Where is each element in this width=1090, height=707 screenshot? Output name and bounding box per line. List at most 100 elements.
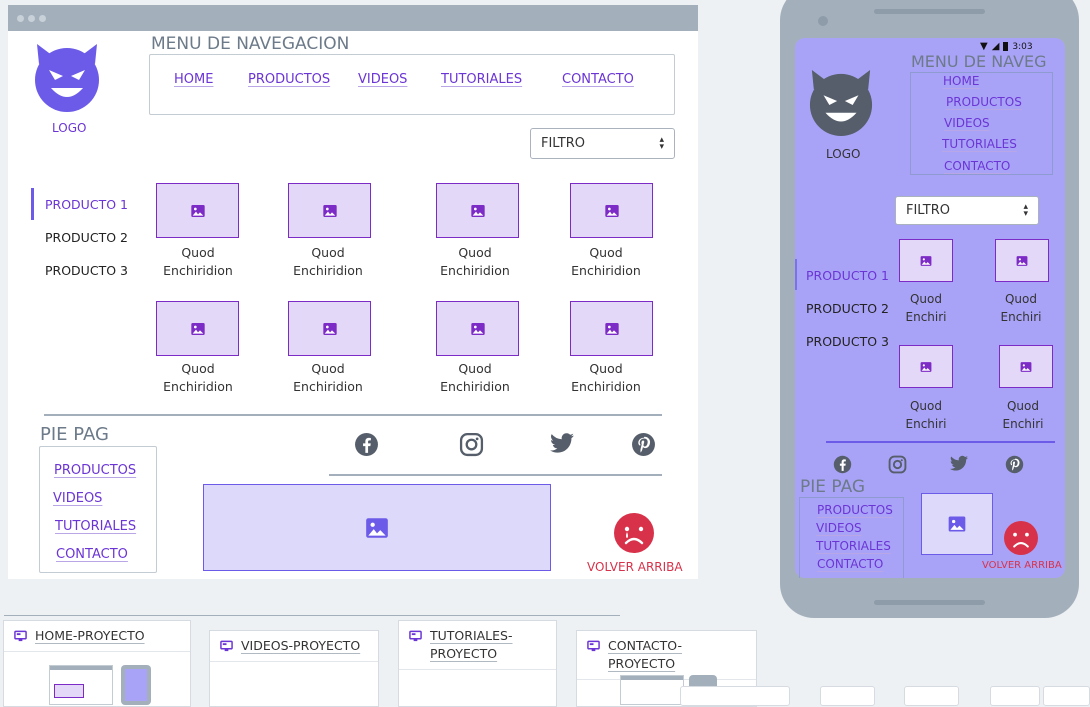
sidebar-item-producto-3[interactable]: PRODUCTO 3 xyxy=(45,263,128,278)
signal-icon: ◢ xyxy=(991,41,1000,52)
product-card-image[interactable] xyxy=(570,183,653,238)
product-caption-line2: Enchiridion xyxy=(163,379,233,394)
product-card-image[interactable] xyxy=(570,301,653,356)
image-placeholder-icon xyxy=(1020,361,1032,372)
footer-title: PIE PAG xyxy=(40,424,109,445)
footer-tutoriales-link[interactable]: TUTORIALES xyxy=(55,519,136,534)
page-thumbnail[interactable] xyxy=(904,686,959,706)
mobile-nav-videos-link[interactable]: VIDEOS xyxy=(944,116,990,130)
mobile-nav-home-link[interactable]: HOME xyxy=(943,74,979,88)
mobile-nav-tutoriales-link[interactable]: TUTORIALES xyxy=(942,137,1017,151)
window-titlebar xyxy=(8,5,698,31)
mobile-twitter-icon[interactable] xyxy=(949,455,969,473)
product-caption-line2: Enchiridion xyxy=(440,379,510,394)
product-caption-line1: Quod xyxy=(458,245,492,260)
instagram-icon[interactable] xyxy=(459,432,484,457)
screen-icon xyxy=(587,640,600,652)
mobile-product-card-image[interactable] xyxy=(995,239,1049,282)
mobile-product-caption: Quod Enchiri xyxy=(871,397,981,433)
pinterest-icon[interactable] xyxy=(631,432,656,457)
image-placeholder-icon xyxy=(470,322,485,335)
status-bar: ▼ ◢ 3:03 xyxy=(980,41,1033,52)
social-divider xyxy=(329,474,662,476)
mobile-filter-select[interactable]: FILTRO ▴ ▾ xyxy=(895,196,1039,225)
product-caption-line1: Quod xyxy=(311,245,345,260)
image-placeholder-icon xyxy=(604,204,619,217)
product-caption: Quod Enchiridion xyxy=(143,244,253,280)
battery-icon xyxy=(1003,42,1009,51)
page-thumbnail[interactable] xyxy=(1043,686,1090,706)
facebook-icon[interactable] xyxy=(354,432,379,457)
image-placeholder-icon xyxy=(470,204,485,217)
select-arrows-icon: ▴ ▾ xyxy=(659,134,664,152)
nav-home-link[interactable]: HOME xyxy=(174,72,213,87)
product-card-image[interactable] xyxy=(436,183,519,238)
wifi-icon: ▼ xyxy=(980,41,988,52)
sidebar-item-producto-1[interactable]: PRODUCTO 1 xyxy=(45,197,128,212)
thumbnail-preview-image xyxy=(54,684,84,698)
image-placeholder-icon xyxy=(366,517,388,538)
mobile-product-caption-line1: Quod xyxy=(909,399,942,413)
product-card-image[interactable] xyxy=(156,301,239,356)
nav-tutoriales-link[interactable]: TUTORIALES xyxy=(441,72,522,87)
status-time: 3:03 xyxy=(1012,41,1033,52)
mobile-nav-contacto-link[interactable]: CONTACTO xyxy=(944,159,1010,173)
mobile-product-caption-line2: Enchiri xyxy=(905,310,947,324)
image-placeholder-icon xyxy=(920,255,932,266)
mobile-product-caption-line1: Quod xyxy=(1004,292,1037,306)
page-thumbnail[interactable]: HOME-PROYECTO xyxy=(3,620,191,707)
filter-select[interactable]: FILTRO ▴ ▾ xyxy=(530,128,675,159)
mobile-footer-productos-link[interactable]: PRODUCTOS xyxy=(817,503,893,517)
filter-value: FILTRO xyxy=(541,136,585,151)
back-to-top-link[interactable]: VOLVER ARRIBA xyxy=(587,560,683,574)
mobile-product-card-image[interactable] xyxy=(999,345,1053,388)
nav-videos-link[interactable]: VIDEOS xyxy=(358,72,407,87)
sidebar-item-producto-2[interactable]: PRODUCTO 2 xyxy=(45,230,128,245)
mobile-product-caption: Quod Enchiri xyxy=(968,397,1078,433)
mobile-footer-videos-link[interactable]: VIDEOS xyxy=(816,521,862,535)
nav-productos-link[interactable]: PRODUCTOS xyxy=(248,72,330,87)
footer-contacto-link[interactable]: CONTACTO xyxy=(56,547,128,562)
page-thumbnail[interactable] xyxy=(680,686,790,706)
mobile-footer-contacto-link[interactable]: CONTACTO xyxy=(817,557,883,571)
mobile-facebook-icon[interactable] xyxy=(833,455,852,474)
page-thumbnail[interactable]: TUTORIALES- PROYECTO xyxy=(398,620,557,707)
footer-banner-image xyxy=(203,484,551,571)
mobile-devil-logo-icon xyxy=(809,70,873,136)
page-thumbnail[interactable] xyxy=(820,686,875,706)
product-card-image[interactable] xyxy=(288,301,371,356)
nav-title: MENU DE NAVEGACION xyxy=(151,34,350,54)
mobile-product-card-image[interactable] xyxy=(899,345,953,388)
footer-videos-link[interactable]: VIDEOS xyxy=(53,491,102,506)
twitter-icon[interactable] xyxy=(549,432,575,456)
product-caption: Quod Enchiridion xyxy=(143,360,253,396)
product-caption-line1: Quod xyxy=(458,361,492,376)
mobile-product-caption-line2: Enchiri xyxy=(1000,310,1042,324)
page-thumbnail[interactable] xyxy=(990,686,1040,706)
mobile-back-to-top-link[interactable]: VOLVER ARRIBA xyxy=(982,560,1062,571)
mobile-product-card-image[interactable] xyxy=(899,239,953,282)
sad-face-icon[interactable] xyxy=(614,513,654,553)
mobile-sidebar-item-producto-3[interactable]: PRODUCTO 3 xyxy=(806,334,889,349)
mobile-instagram-icon[interactable] xyxy=(888,455,907,474)
mobile-product-caption-line1: Quod xyxy=(1006,399,1039,413)
product-card-image[interactable] xyxy=(156,183,239,238)
mobile-logo-label: LOGO xyxy=(826,147,861,161)
thumbnail-preview xyxy=(620,675,684,705)
thumbnail-preview-phone xyxy=(121,665,151,705)
mobile-footer-tutoriales-link[interactable]: TUTORIALES xyxy=(816,539,891,553)
thumbnail-preview-phone-screen xyxy=(125,669,147,701)
footer-productos-link[interactable]: PRODUCTOS xyxy=(54,463,136,478)
mobile-footer-image xyxy=(921,493,993,555)
page-thumbnail[interactable]: VIDEOS-PROYECTO xyxy=(209,630,379,707)
footer-divider xyxy=(44,414,662,416)
sidebar-active-indicator xyxy=(31,188,34,220)
mobile-pinterest-icon[interactable] xyxy=(1005,455,1024,474)
nav-contacto-link[interactable]: CONTACTO xyxy=(562,72,634,87)
mobile-sad-face-icon[interactable] xyxy=(1004,521,1038,555)
mobile-sidebar-item-producto-1[interactable]: PRODUCTO 1 xyxy=(806,268,889,283)
image-placeholder-icon xyxy=(190,322,205,335)
product-card-image[interactable] xyxy=(436,301,519,356)
product-card-image[interactable] xyxy=(288,183,371,238)
mobile-nav-productos-link[interactable]: PRODUCTOS xyxy=(946,95,1022,109)
